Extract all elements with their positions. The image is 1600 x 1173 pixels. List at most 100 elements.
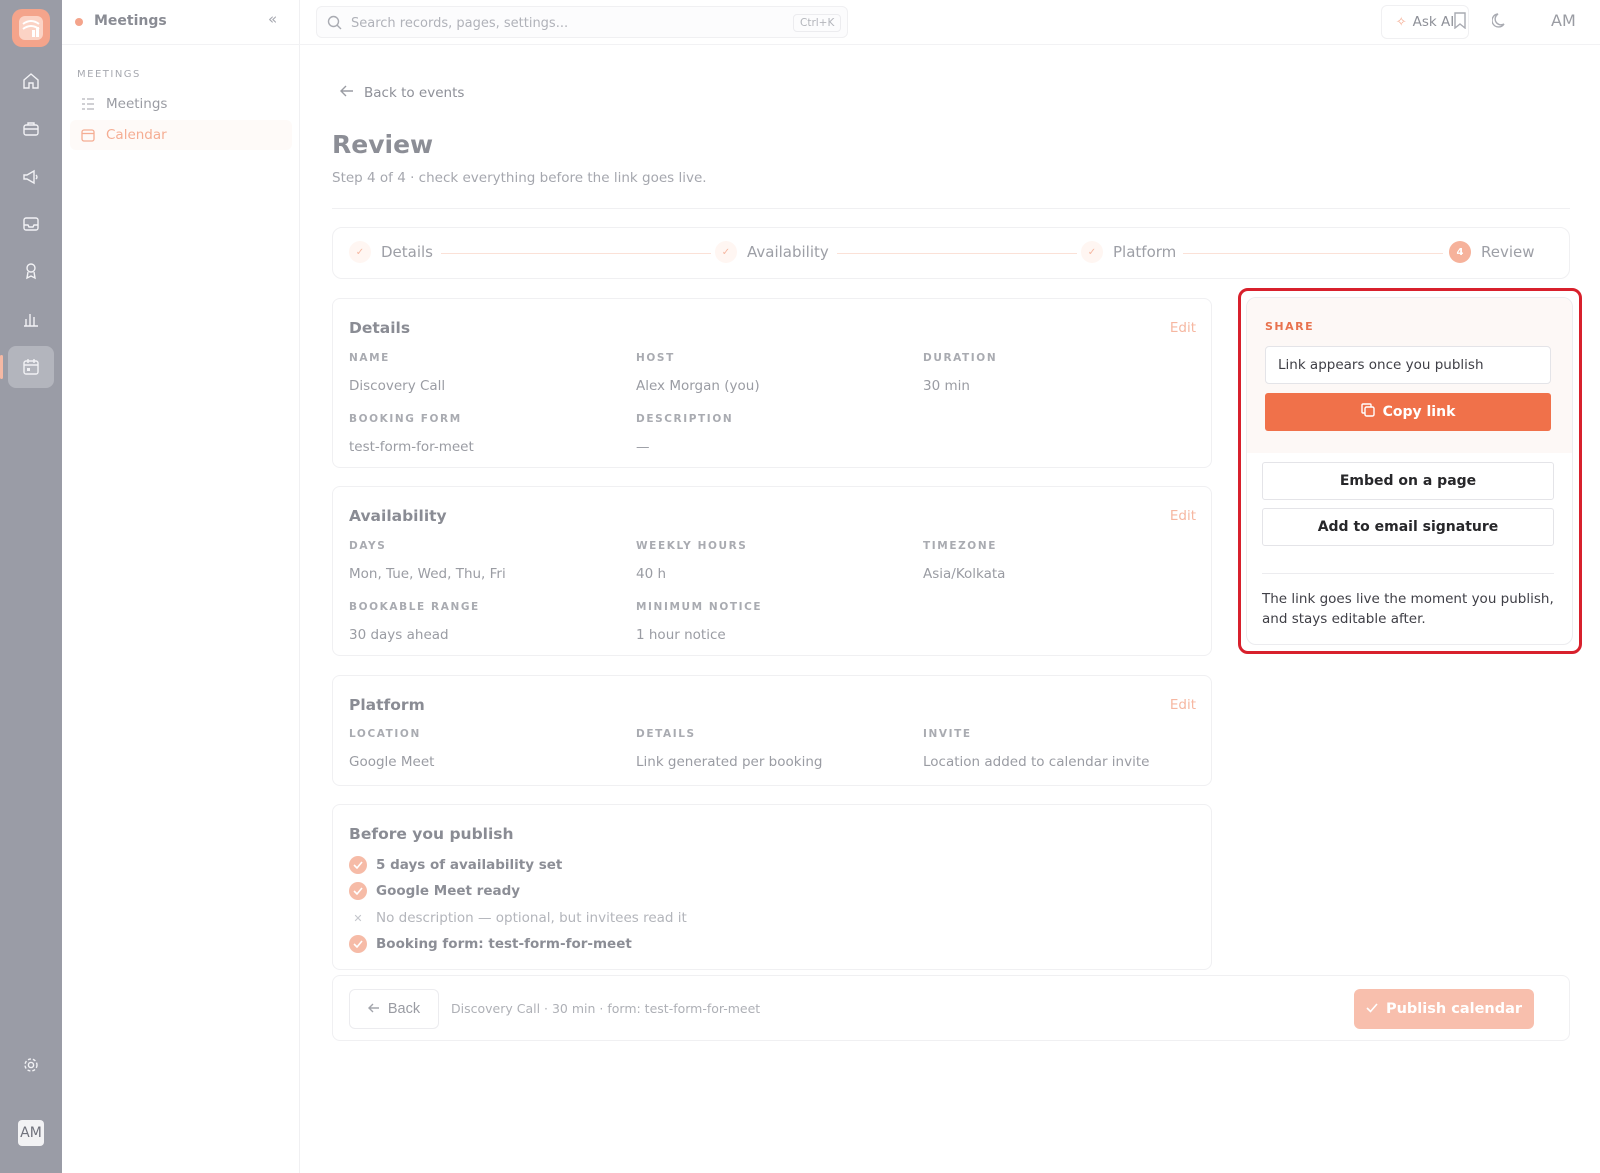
sidebar-item-label: Calendar (106, 127, 167, 143)
check-icon: ✓ (349, 241, 371, 263)
field-label: INVITE (923, 728, 972, 740)
logo-icon (19, 16, 43, 40)
step-label: Platform (1113, 243, 1177, 261)
field-label: LOCATION (349, 728, 421, 740)
field-label: BOOKING FORM (349, 413, 462, 425)
step-platform[interactable]: ✓ Platform (1081, 241, 1176, 263)
sidebar-item-meetings[interactable]: Meetings (70, 89, 292, 119)
checklist-item: Booking form: test-form-for-meet (349, 935, 632, 953)
share-link-field[interactable] (1265, 346, 1551, 384)
field-value: 30 days ahead (349, 627, 449, 643)
step-connector (837, 253, 1077, 254)
gear-icon (24, 1058, 38, 1072)
rail-awards[interactable] (8, 250, 54, 292)
details-card: Details Edit NAME Discovery Call HOST Al… (332, 298, 1212, 468)
copy-link-button[interactable]: Copy link (1265, 393, 1551, 431)
publish-calendar-button[interactable]: Publish calendar (1354, 989, 1534, 1029)
step-connector (441, 253, 711, 254)
step-label: Availability (747, 243, 829, 261)
ask-ai-label: Ask AI (1412, 14, 1455, 30)
field-value: Mon, Tue, Wed, Thu, Fri (349, 566, 506, 582)
embed-on-page-button[interactable]: Embed on a page (1262, 462, 1554, 500)
check-icon (1366, 1001, 1378, 1017)
rail-home[interactable] (8, 60, 54, 102)
share-panel-top: SHARE Copy link (1247, 298, 1572, 453)
field-value: — (636, 439, 650, 455)
field-label: DAYS (349, 540, 387, 552)
arrow-left-icon (340, 85, 354, 101)
availability-card: Availability Edit DAYS Mon, Tue, Wed, Th… (332, 486, 1212, 656)
field-value: 1 hour notice (636, 627, 726, 643)
rail-settings[interactable] (8, 1044, 54, 1086)
event-summary: Discovery Call · 30 min · form: test-for… (451, 1001, 761, 1016)
edit-availability-link[interactable]: Edit (1170, 508, 1196, 524)
search-input[interactable] (351, 13, 771, 33)
sidebar-item-calendar[interactable]: Calendar (70, 120, 292, 150)
copy-link-label: Copy link (1382, 404, 1456, 420)
checklist-item: Google Meet ready (349, 882, 520, 900)
moon-icon[interactable] (1491, 12, 1509, 33)
user-avatar[interactable]: AM (1551, 11, 1576, 30)
field-label: HOST (636, 352, 675, 364)
step-availability[interactable]: ✓ Availability (715, 241, 829, 263)
share-label: SHARE (1265, 320, 1315, 333)
x-icon: ✕ (353, 911, 363, 925)
copy-icon (1360, 403, 1375, 421)
back-link-label: Back to events (364, 85, 465, 101)
edit-platform-link[interactable]: Edit (1170, 697, 1196, 713)
rail-briefcase[interactable] (8, 108, 54, 150)
rail-inbox[interactable] (8, 203, 54, 245)
page-title: Review (332, 130, 434, 159)
field-label: DETAILS (636, 728, 696, 740)
publish-checklist-card: Before you publish 5 days of availabilit… (332, 804, 1212, 970)
check-icon: ✓ (1081, 241, 1103, 263)
stepper: ✓ Details ✓ Availability ✓ Platform 4 Re… (332, 227, 1570, 279)
sidebar-title: Meetings (94, 13, 167, 29)
collapse-sidebar-icon[interactable]: « (268, 10, 277, 28)
sidebar-item-label: Meetings (106, 96, 168, 112)
field-value: 30 min (923, 378, 970, 394)
field-value: Alex Morgan (you) (636, 378, 760, 394)
sidebar-header: Meetings « (62, 0, 300, 45)
home-icon (23, 73, 39, 89)
field-value: 40 h (636, 566, 667, 582)
app-logo[interactable] (12, 9, 50, 47)
step-label: Details (381, 243, 434, 261)
publish-button-label: Publish calendar (1385, 1001, 1523, 1017)
sidebar: Meetings « MEETINGS Meetings Calendar (62, 0, 300, 1173)
edit-details-link[interactable]: Edit (1170, 320, 1196, 336)
platform-card: Platform Edit LOCATION Google Meet DETAI… (332, 675, 1212, 786)
step-details[interactable]: ✓ Details (349, 241, 433, 263)
field-label: MINIMUM NOTICE (636, 601, 763, 613)
back-button[interactable]: Back (349, 989, 439, 1029)
field-value: test-form-for-meet (349, 439, 474, 455)
field-value: Asia/Kolkata (923, 566, 1006, 582)
field-label: DURATION (923, 352, 998, 364)
field-value: Link generated per booking (636, 754, 823, 770)
search-box[interactable]: Ctrl+K (316, 6, 848, 38)
inbox-icon (23, 217, 39, 231)
field-label: BOOKABLE RANGE (349, 601, 480, 613)
checklist-item: ✕ No description — optional, but invitee… (349, 909, 686, 927)
app-rail: AM (0, 0, 62, 1173)
bookmark-icon[interactable] (1453, 12, 1467, 33)
sparkle-icon: ✧ (1395, 14, 1407, 30)
page-subtitle: Step 4 of 4 · check everything before th… (332, 170, 707, 186)
check-icon: ✓ (715, 241, 737, 263)
step-review[interactable]: 4 Review (1449, 241, 1535, 263)
rail-campaigns[interactable] (8, 156, 54, 198)
share-panel: SHARE Copy link Embed on a page Add to e… (1246, 297, 1573, 645)
search-icon (327, 15, 342, 34)
megaphone-icon (23, 169, 38, 185)
wizard-footer: Back Discovery Call · 30 min · form: tes… (332, 975, 1570, 1041)
rail-analytics[interactable] (8, 298, 54, 340)
add-to-email-signature-button[interactable]: Add to email signature (1262, 508, 1554, 546)
field-value: Location added to calendar invite (923, 754, 1150, 770)
rail-calendar[interactable] (0, 346, 54, 388)
field-label: WEEKLY HOURS (636, 540, 748, 552)
field-label: NAME (349, 352, 390, 364)
rail-user-avatar[interactable]: AM (18, 1120, 44, 1146)
field-label: TIMEZONE (923, 540, 997, 552)
back-to-events-link[interactable]: Back to events (340, 85, 464, 101)
checklist-item: 5 days of availability set (349, 856, 562, 874)
